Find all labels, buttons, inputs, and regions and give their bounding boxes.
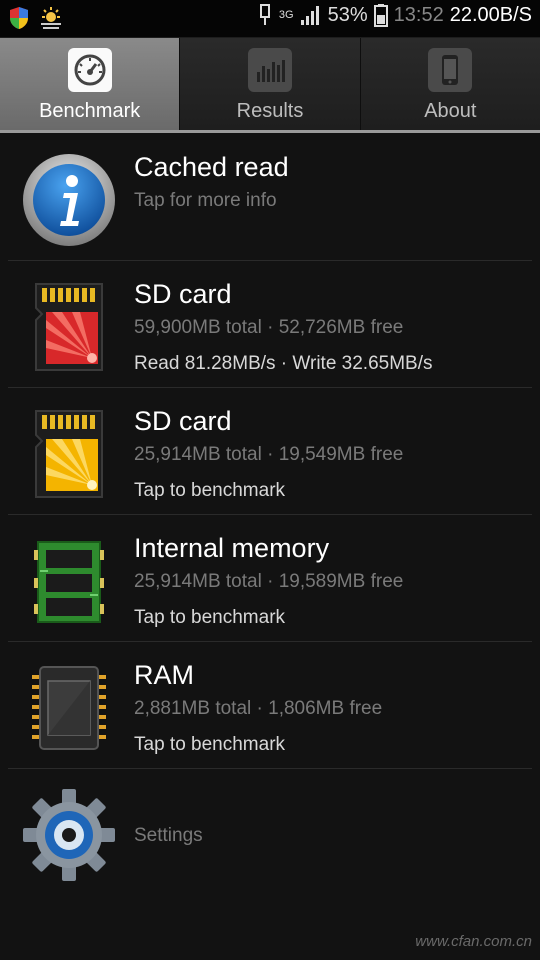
item-subtitle: 25,914MB total · 19,549MB free bbox=[134, 444, 404, 465]
status-right-icons: 3G 53% 13:52 22.00B/S bbox=[257, 3, 532, 27]
list-item-cached-read[interactable]: Cached read Tap for more info bbox=[0, 133, 540, 260]
item-text: RAM 2,881MB total · 1,806MB free Tap to … bbox=[134, 659, 530, 757]
tab-bar: Benchmark Results About bbox=[0, 38, 540, 133]
list-item-settings[interactable]: Settings bbox=[0, 768, 540, 895]
item-detail: Tap to benchmark bbox=[134, 607, 286, 628]
item-detail: Read 81.28MB/s · Write 32.65MB/s bbox=[134, 353, 433, 374]
ram-chip-icon bbox=[32, 666, 106, 750]
tab-label: Results bbox=[236, 100, 304, 122]
item-title: RAM bbox=[134, 660, 194, 690]
usb-icon bbox=[259, 4, 270, 25]
item-title: Cached read bbox=[134, 152, 289, 182]
status-bar: 3G 53% 13:52 22.00B/S bbox=[0, 0, 540, 38]
memory-chip-icon bbox=[34, 541, 104, 623]
item-subtitle: Tap for more info bbox=[134, 190, 277, 211]
watermark: www.cfan.com.cn bbox=[415, 933, 532, 950]
tab-label: Benchmark bbox=[39, 100, 141, 122]
tab-results[interactable]: Results bbox=[180, 38, 361, 130]
item-detail: Tap to benchmark bbox=[134, 480, 286, 501]
bar-chart-icon bbox=[247, 48, 292, 92]
list-item-sd-card-1[interactable]: SD card 59,900MB total · 52,726MB free R… bbox=[0, 260, 540, 387]
weather-sun-icon bbox=[41, 7, 61, 29]
tab-benchmark[interactable]: Benchmark bbox=[0, 38, 181, 130]
list-item-internal-memory[interactable]: Internal memory 25,914MB total · 19,589M… bbox=[0, 514, 540, 641]
status-time: 13:52 bbox=[393, 3, 444, 26]
signal-icon bbox=[300, 6, 319, 25]
net-speed: 22.00B/S bbox=[449, 3, 532, 26]
phone-icon bbox=[428, 48, 473, 92]
sd-card-red-icon bbox=[35, 283, 103, 371]
item-title: SD card bbox=[134, 406, 232, 436]
info-icon bbox=[23, 154, 115, 246]
item-text: Cached read Tap for more info bbox=[134, 151, 530, 213]
item-title: SD card bbox=[134, 279, 232, 309]
signal-type: 3G bbox=[278, 9, 294, 21]
battery-icon bbox=[373, 4, 388, 27]
shield-icon bbox=[10, 7, 28, 29]
item-text: SD card 59,900MB total · 52,726MB free R… bbox=[134, 278, 530, 376]
speedometer-icon bbox=[67, 48, 112, 92]
item-subtitle: 59,900MB total · 52,726MB free bbox=[134, 317, 404, 338]
item-detail: Tap to benchmark bbox=[134, 734, 286, 755]
item-subtitle: 2,881MB total · 1,806MB free bbox=[134, 698, 383, 719]
item-title: Settings bbox=[134, 825, 203, 846]
battery-percent: 53% bbox=[327, 3, 368, 26]
tab-label: About bbox=[424, 100, 477, 122]
benchmark-list: Cached read Tap for more info SD card 59… bbox=[0, 133, 540, 895]
sd-card-yellow-icon bbox=[35, 410, 103, 498]
gear-icon bbox=[23, 789, 115, 881]
status-left-icons bbox=[8, 6, 64, 30]
item-text: SD card 25,914MB total · 19,549MB free T… bbox=[134, 405, 530, 503]
list-item-ram[interactable]: RAM 2,881MB total · 1,806MB free Tap to … bbox=[0, 641, 540, 768]
item-subtitle: 25,914MB total · 19,589MB free bbox=[134, 571, 404, 592]
item-text: Internal memory 25,914MB total · 19,589M… bbox=[134, 532, 530, 630]
list-item-sd-card-2[interactable]: SD card 25,914MB total · 19,549MB free T… bbox=[0, 387, 540, 514]
item-title: Internal memory bbox=[134, 533, 330, 563]
item-text: Settings bbox=[134, 820, 530, 852]
tab-about[interactable]: About bbox=[360, 38, 540, 130]
